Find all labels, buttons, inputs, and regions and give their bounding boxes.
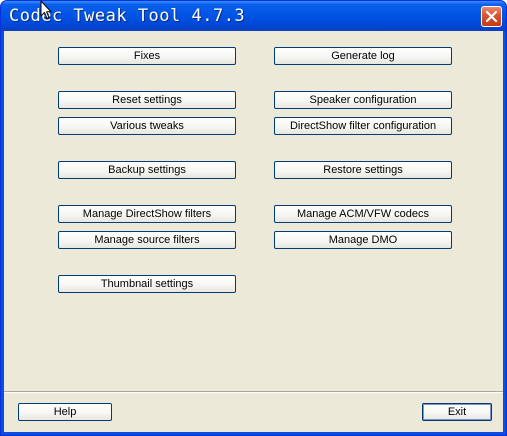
close-icon	[485, 10, 498, 23]
directshow-filter-configuration-button[interactable]: DirectShow filter configuration	[274, 117, 452, 135]
reset-settings-button[interactable]: Reset settings	[58, 91, 236, 109]
manage-source-filters-button[interactable]: Manage source filters	[58, 231, 236, 249]
exit-button[interactable]: Exit	[422, 403, 492, 421]
mouse-cursor-icon	[40, 0, 52, 19]
close-button[interactable]	[481, 6, 502, 27]
bottom-separator	[4, 391, 503, 393]
fixes-button[interactable]: Fixes	[58, 47, 236, 65]
thumbnail-settings-button[interactable]: Thumbnail settings	[58, 275, 236, 293]
generate-log-button[interactable]: Generate log	[274, 47, 452, 65]
title-bar[interactable]: Codec Tweak Tool 4.7.3	[1, 1, 506, 31]
various-tweaks-button[interactable]: Various tweaks	[58, 117, 236, 135]
help-button[interactable]: Help	[18, 403, 112, 421]
manage-directshow-filters-button[interactable]: Manage DirectShow filters	[58, 205, 236, 223]
manage-dmo-button[interactable]: Manage DMO	[274, 231, 452, 249]
restore-settings-button[interactable]: Restore settings	[274, 161, 452, 179]
speaker-configuration-button[interactable]: Speaker configuration	[274, 91, 452, 109]
backup-settings-button[interactable]: Backup settings	[58, 161, 236, 179]
manage-acm-vfw-codecs-button[interactable]: Manage ACM/VFW codecs	[274, 205, 452, 223]
client-area: Fixes Generate log Reset settings Speake…	[4, 31, 503, 432]
app-window: Codec Tweak Tool 4.7.3 Fixes Generate lo…	[0, 0, 507, 436]
